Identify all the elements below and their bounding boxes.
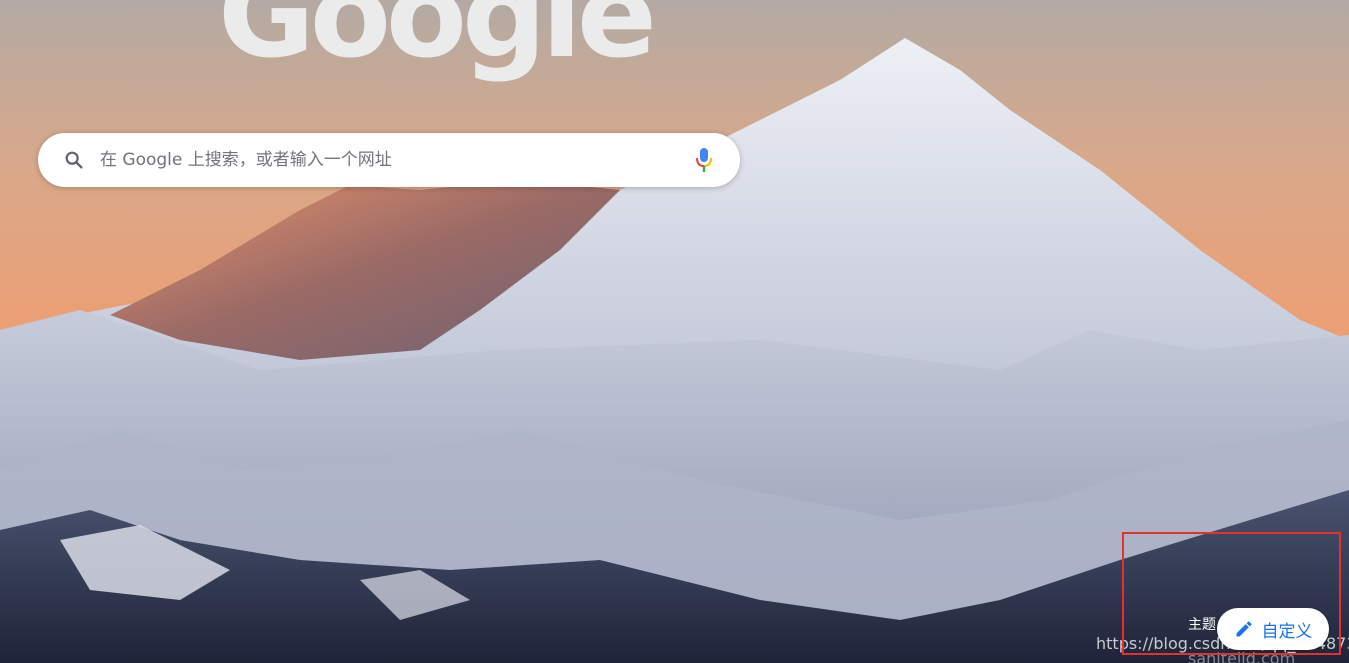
background-mountain-image (0, 0, 1349, 663)
new-tab-page: Google 主题 自定义 https://blog. (0, 0, 1349, 663)
watermark-sub: sanitelid.com (1188, 649, 1296, 663)
microphone-icon[interactable] (692, 146, 716, 174)
search-input[interactable] (98, 139, 692, 181)
search-icon (62, 148, 86, 172)
search-box[interactable] (38, 133, 740, 187)
theme-attribution[interactable]: 主题 (1188, 614, 1216, 634)
google-logo: Google (218, 0, 657, 84)
